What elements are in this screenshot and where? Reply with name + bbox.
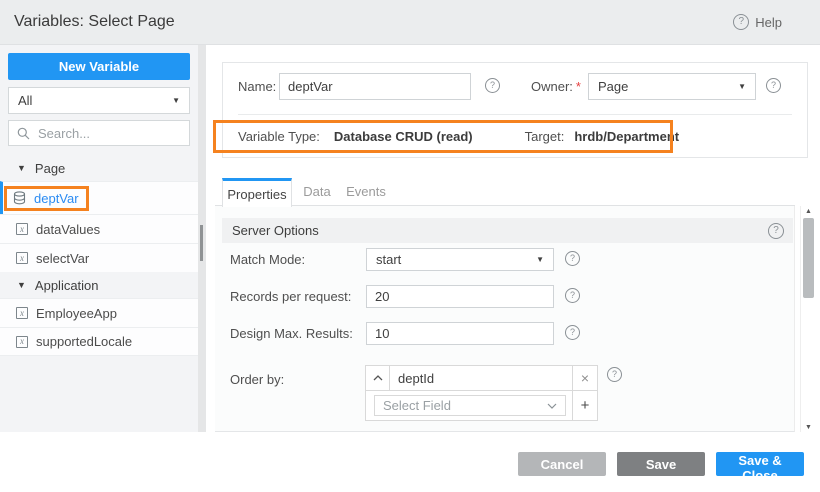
tree-group-page[interactable]: ▼ Page	[0, 155, 198, 181]
tab-bar: Properties Data Events	[215, 178, 795, 206]
remove-order-field-button[interactable]: ×	[572, 366, 597, 390]
help-icon[interactable]: ?	[565, 288, 580, 303]
select-field-dropdown[interactable]: Select Field	[374, 395, 566, 416]
tab-properties[interactable]: Properties	[222, 178, 292, 207]
variables-tree: ▼ Page deptVar x dataValues x	[0, 155, 198, 356]
add-order-field-button[interactable]: +	[572, 391, 597, 420]
dialog-header: Variables: Select Page ? Help	[0, 0, 820, 45]
variable-filter-select[interactable]: All ▼	[8, 87, 190, 114]
records-per-request-field[interactable]	[366, 285, 554, 308]
tree-item-employeeapp[interactable]: x EmployeeApp	[0, 298, 198, 327]
caret-down-icon: ▼	[17, 164, 26, 173]
tree-item-datavalues[interactable]: x dataValues	[0, 214, 198, 243]
order-by-field-value[interactable]: deptId	[390, 366, 572, 390]
tree-item-supportedlocale[interactable]: x supportedLocale	[0, 327, 198, 356]
content-scrollbar-thumb[interactable]	[803, 218, 814, 298]
tab-events[interactable]: Events	[346, 178, 386, 206]
cancel-button[interactable]: Cancel	[518, 452, 606, 476]
selection-highlight-box: deptVar	[4, 186, 89, 211]
sort-direction-button[interactable]	[366, 366, 390, 390]
scroll-down-arrow[interactable]: ▼	[801, 424, 816, 431]
design-max-results-field[interactable]	[366, 322, 554, 345]
help-icon: ?	[733, 14, 749, 30]
server-options-section-header: Server Options ?	[222, 218, 793, 243]
help-link[interactable]: ? Help	[733, 14, 782, 30]
variables-sidebar: New Variable All ▼ ▼ Page	[0, 45, 198, 432]
records-per-request-label: Records per request:	[230, 285, 351, 308]
add-order-field-row: Select Field +	[366, 391, 597, 420]
help-label: Help	[755, 15, 782, 30]
target-value: hrdb/Department	[574, 129, 679, 144]
variable-type-value: Database CRUD (read)	[334, 129, 473, 144]
tree-item-label: EmployeeApp	[36, 306, 117, 321]
name-field[interactable]	[279, 73, 471, 100]
order-by-row: deptId ×	[366, 366, 597, 391]
variable-filter-value: All	[18, 93, 32, 108]
chevron-up-icon	[373, 375, 383, 381]
owner-select-value: Page	[598, 79, 628, 94]
sidebar-scrollbar[interactable]	[198, 45, 206, 432]
order-by-label: Order by:	[230, 368, 284, 391]
tree-group-label: Application	[35, 278, 99, 293]
required-marker: *	[576, 79, 581, 94]
help-icon[interactable]: ?	[768, 223, 784, 239]
model-variable-icon: x	[16, 252, 28, 264]
model-variable-icon: x	[16, 336, 28, 348]
chevron-down-icon: ▼	[738, 83, 746, 91]
chevron-down-icon: ▼	[536, 256, 544, 264]
help-icon[interactable]: ?	[565, 251, 580, 266]
save-button[interactable]: Save	[617, 452, 705, 476]
dialog-footer: Cancel Save Save & Close	[206, 432, 820, 492]
tab-data[interactable]: Data	[302, 178, 332, 206]
search-input[interactable]	[36, 125, 181, 142]
owner-select[interactable]: Page ▼	[588, 73, 756, 100]
select-field-placeholder: Select Field	[383, 398, 451, 413]
scroll-up-arrow[interactable]: ▲	[801, 208, 816, 215]
match-mode-select[interactable]: start ▼	[366, 248, 554, 271]
tree-item-selectvar[interactable]: x selectVar	[0, 243, 198, 272]
tree-item-label: dataValues	[36, 222, 100, 237]
server-options-title: Server Options	[232, 223, 319, 238]
properties-tab-content: Server Options ? Match Mode: start ▼ ? R…	[215, 206, 795, 432]
design-max-results-label: Design Max. Results:	[230, 322, 353, 345]
chevron-down-icon: ▼	[172, 97, 180, 105]
tree-item-label: selectVar	[36, 251, 89, 266]
help-icon[interactable]: ?	[565, 325, 580, 340]
help-icon[interactable]: ?	[485, 78, 500, 93]
variable-type-label: Variable Type:	[238, 129, 320, 144]
target-label: Target:	[525, 129, 565, 144]
variable-type-row: Variable Type: Database CRUD (read) Targ…	[238, 126, 797, 147]
search-icon	[17, 127, 30, 140]
owner-label: Owner:*	[531, 73, 581, 100]
tree-item-label: supportedLocale	[36, 334, 132, 349]
chevron-down-icon	[547, 403, 557, 409]
tree-item-deptvar[interactable]: deptVar	[0, 181, 198, 214]
help-icon[interactable]: ?	[766, 78, 781, 93]
model-variable-icon: x	[16, 223, 28, 235]
sidebar-scrollbar-thumb[interactable]	[200, 225, 203, 261]
variable-summary-panel: Name:* ? Owner:* Page ▼ ? Variable Type:…	[222, 62, 808, 158]
variables-dialog: Variables: Select Page ? Help New Variab…	[0, 0, 820, 492]
content-scrollbar[interactable]: ▲ ▼	[800, 206, 816, 433]
name-label: Name:*	[238, 73, 284, 100]
tree-item-label: deptVar	[34, 191, 79, 206]
caret-down-icon: ▼	[17, 281, 26, 290]
database-crud-variable-icon	[13, 191, 26, 205]
model-variable-icon: x	[16, 307, 28, 319]
order-by-widget: deptId × Select Field +	[365, 365, 598, 421]
match-mode-label: Match Mode:	[230, 248, 305, 271]
tree-group-label: Page	[35, 161, 65, 176]
panel-divider	[238, 114, 792, 115]
new-variable-button[interactable]: New Variable	[8, 53, 190, 80]
help-icon[interactable]: ?	[607, 367, 622, 382]
search-box[interactable]	[8, 120, 190, 146]
match-mode-value: start	[376, 252, 401, 267]
tree-group-application[interactable]: ▼ Application	[0, 272, 198, 298]
page-title: Variables: Select Page	[14, 13, 175, 31]
save-and-close-button[interactable]: Save & Close	[716, 452, 804, 476]
